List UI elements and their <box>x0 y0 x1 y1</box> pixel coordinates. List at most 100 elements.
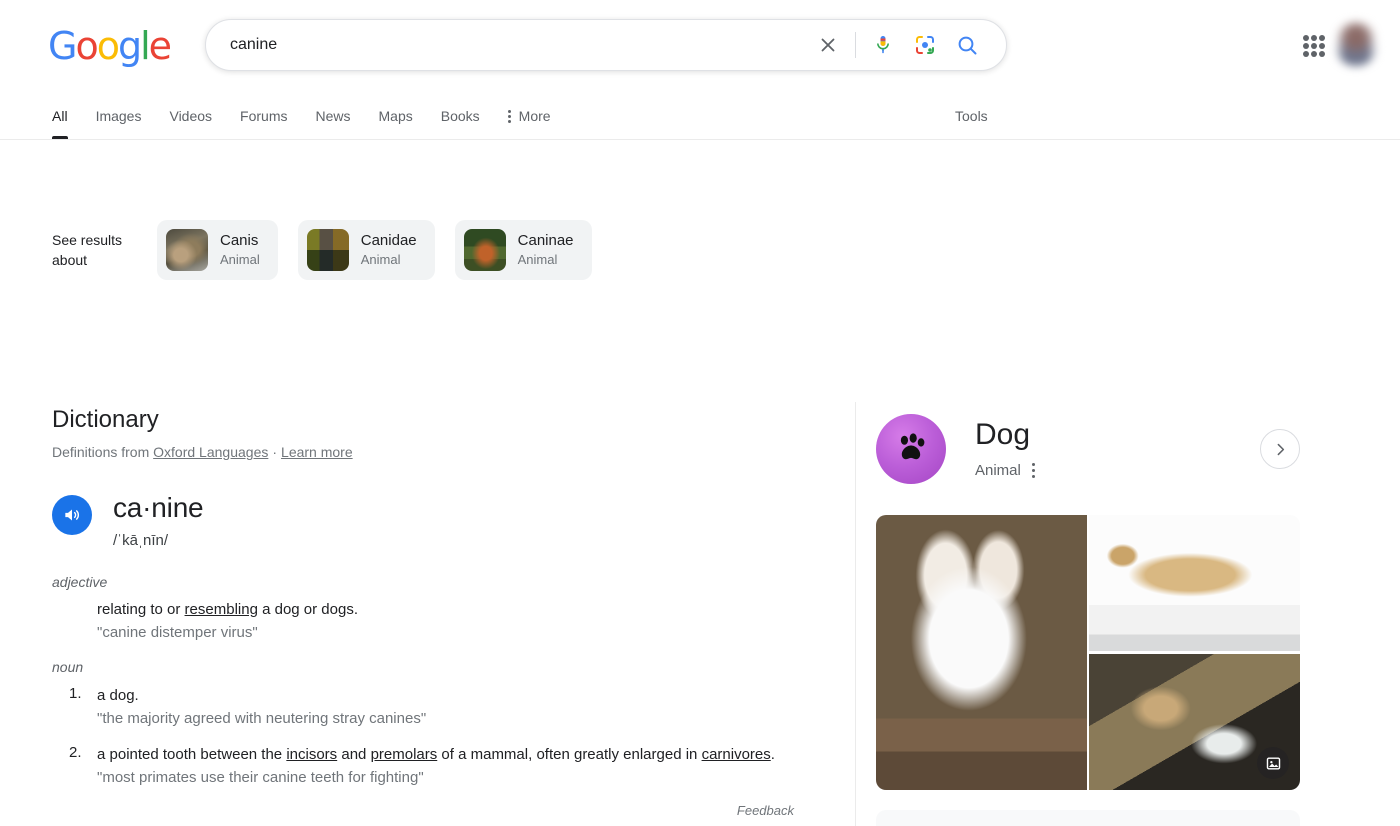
logo-letter-g: g <box>117 24 142 68</box>
microphone-icon <box>877 36 889 54</box>
pronunciation: /ˈkāˌnīn/ <box>113 532 169 549</box>
noun2-p1: a pointed tooth between the <box>97 746 287 763</box>
tab-news-label: News <box>315 108 351 124</box>
learn-more-link[interactable]: Learn more <box>281 444 353 460</box>
nav-tabs: All Images Videos Forums News Maps Books… <box>52 93 565 139</box>
tab-all[interactable]: All <box>52 93 82 139</box>
search-input[interactable] <box>228 20 799 70</box>
page-header: Google <box>0 0 1400 93</box>
search-submit-button[interactable] <box>946 24 988 66</box>
knowledge-panel-kebab-icon[interactable] <box>1030 459 1037 482</box>
tab-more[interactable]: More <box>494 93 565 139</box>
logo-letter-o2: o <box>96 24 120 68</box>
kp-image-snarling-dog[interactable] <box>1089 654 1300 790</box>
entity-chip-subtitle: Animal <box>220 252 260 268</box>
knowledge-panel-title: Dog <box>975 418 1031 451</box>
feedback-link[interactable]: Feedback <box>52 803 794 818</box>
noun-definition-2-example: "most primates use their canine teeth fo… <box>97 769 424 786</box>
clear-search-button[interactable] <box>807 24 849 66</box>
tab-images-label: Images <box>95 108 142 124</box>
dictionary-heading: Dictionary <box>52 406 159 433</box>
entity-chip-canidae[interactable]: Canidae Animal <box>297 220 435 280</box>
kp-image-anatomy-diagram[interactable] <box>1089 515 1300 651</box>
noun-definition-list: a dog. "the majority agreed with neuteri… <box>52 685 794 789</box>
entity-thumbnail-caninae <box>463 229 506 271</box>
tab-forums[interactable]: Forums <box>226 93 301 139</box>
see-results-about: See results about Canis Animal Canidae A… <box>52 220 592 280</box>
logo-letter-o1: o <box>75 24 98 68</box>
apps-dot <box>1319 51 1325 57</box>
apps-grid-icon[interactable] <box>1300 32 1328 60</box>
tools-button[interactable]: Tools <box>955 93 988 139</box>
tab-news[interactable]: News <box>302 93 365 139</box>
paw-print-icon <box>876 414 946 484</box>
adj-def-pre: relating to or <box>97 601 185 618</box>
incisors-link[interactable]: incisors <box>286 746 337 763</box>
pronounce-audio-button[interactable] <box>52 495 92 535</box>
knowledge-panel-image-collage <box>876 515 1300 790</box>
voice-search-button[interactable] <box>862 24 904 66</box>
entity-thumbnail-canidae <box>306 229 349 271</box>
entity-chip-text: Canidae Animal <box>361 232 417 269</box>
knowledge-panel-divider <box>855 402 856 826</box>
carnivores-link[interactable]: carnivores <box>702 746 771 763</box>
adj-def-post: a dog or dogs. <box>257 601 358 618</box>
see-results-about-line1: See results <box>52 232 123 248</box>
apps-dot <box>1303 51 1309 57</box>
noun-definition-1-text: a dog. <box>97 687 139 704</box>
apps-dot <box>1311 43 1317 49</box>
tab-books[interactable]: Books <box>427 93 494 139</box>
speaker-icon <box>65 509 79 521</box>
noun-definition-2-text: a pointed tooth between the incisors and… <box>97 744 794 766</box>
adjective-example: "canine distemper virus" <box>97 624 258 641</box>
search-nav-bar: All Images Videos Forums News Maps Books… <box>0 93 1400 140</box>
knowledge-panel-next-button[interactable] <box>1260 429 1300 469</box>
part-of-speech-noun: noun <box>52 659 84 675</box>
source-separator: · <box>272 444 278 460</box>
tab-books-label: Books <box>440 108 480 124</box>
knowledge-panel-title-block: Dog Animal <box>975 414 1037 482</box>
google-lens-button[interactable] <box>904 24 946 66</box>
close-icon <box>821 38 835 52</box>
entity-chip-caninae[interactable]: Caninae Animal <box>454 220 592 280</box>
logo-letter-e: e <box>148 24 172 68</box>
chevron-right-icon <box>1277 443 1284 455</box>
tab-images[interactable]: Images <box>82 93 156 139</box>
adjective-definition: relating to or resembling a dog or dogs.… <box>97 599 794 644</box>
dictionary-source-prefix: Definitions from <box>52 444 150 460</box>
kp-image-chihuahua[interactable] <box>876 515 1087 790</box>
resembling-link[interactable]: resembling <box>185 601 258 618</box>
entity-chip-title: Canidae <box>360 231 417 249</box>
knowledge-panel-description: The dog is a domesticated descendant of … <box>876 810 1300 826</box>
paw-print-glyph <box>900 433 925 460</box>
dictionary-card: Dictionary Definitions from Oxford Langu… <box>52 405 794 826</box>
search-icon <box>958 36 977 55</box>
noun2-p4: . <box>770 746 775 763</box>
noun-definition-1: a dog. "the majority agreed with neuteri… <box>69 685 794 730</box>
see-results-about-line2: about <box>52 252 88 268</box>
premolars-link[interactable]: premolars <box>371 746 438 763</box>
search-bar[interactable] <box>205 19 1007 71</box>
noun-definition-2: a pointed tooth between the incisors and… <box>69 744 794 789</box>
noun2-p3: of a mammal, often greatly enlarged in <box>437 746 702 763</box>
entity-chip-subtitle: Animal <box>360 252 401 268</box>
tab-videos-label: Videos <box>169 108 213 124</box>
knowledge-panel-subtitle: Animal <box>975 462 1021 479</box>
noun2-p2: and <box>337 746 371 763</box>
avatar[interactable] <box>1334 22 1378 66</box>
entity-chip-list: Canis Animal Canidae Animal Caninae Anim… <box>157 220 592 280</box>
part-of-speech-adjective: adjective <box>52 574 108 590</box>
entity-chip-text: Caninae Animal <box>518 232 574 269</box>
apps-dot <box>1303 35 1309 41</box>
apps-dot <box>1311 51 1317 57</box>
google-logo[interactable]: Google <box>48 24 172 68</box>
tab-maps[interactable]: Maps <box>365 93 427 139</box>
google-lens-icon <box>916 36 934 54</box>
entity-chip-canis[interactable]: Canis Animal <box>157 220 278 280</box>
tab-forums-label: Forums <box>240 108 288 124</box>
word-block: ca·nine /ˈkāˌnīn/ <box>113 491 204 549</box>
word-heading-row: ca·nine /ˈkāˌnīn/ <box>52 491 794 549</box>
tab-videos[interactable]: Videos <box>155 93 226 139</box>
oxford-languages-link[interactable]: Oxford Languages <box>153 444 268 460</box>
entity-thumbnail-canis <box>166 229 208 271</box>
